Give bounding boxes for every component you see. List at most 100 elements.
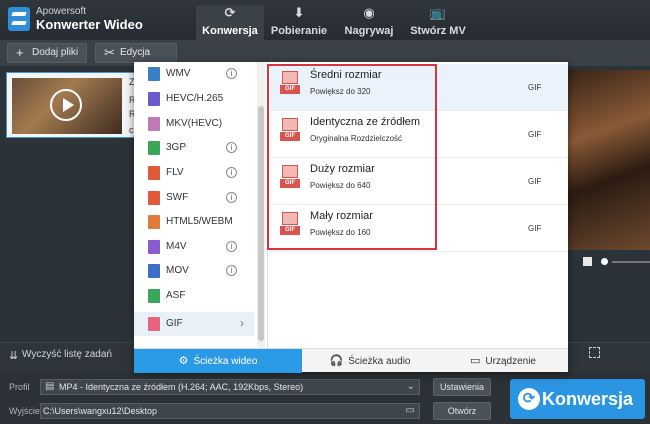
settings-button[interactable]: Ustawienia [433,378,491,396]
app-logo-icon [8,7,30,31]
output-path-value: C:\Users\wangxu12\Desktop [43,406,158,416]
info-icon[interactable]: i [226,265,237,276]
format-label: FLV [166,167,184,178]
tab-nagrywaj[interactable]: ◉ Nagrywaj [340,5,398,40]
format-label: M4V [166,241,187,252]
tab-konwersja[interactable]: ⟳ Konwersja [196,5,264,40]
fullscreen-icon[interactable] [589,347,600,358]
format-label: MKV(HEVC) [166,118,223,129]
info-icon[interactable]: i [226,241,237,252]
convert-button[interactable]: ⟳ Konwersja [510,379,645,419]
clear-list-icon[interactable]: ⇊ [9,349,18,362]
output-path-field[interactable]: C:\Users\wangxu12\Desktop ▭ [40,403,420,419]
tab-label: Urządzenie [485,356,536,367]
format-popup: WMV i HEVC/H.265 MKV(HEVC) 3GP i FLV i S… [134,62,568,373]
format-item-m4v[interactable]: M4V i [134,235,254,259]
format-item-flv[interactable]: FLV i [134,161,254,185]
popup-tabs: ⚙ Ścieżka wideo 🎧 Ścieżka audio ▭ Urządzeni… [134,348,568,373]
title-bar: Apowersoft Konwerter Wideo ⟳ Konwersja ⬇… [0,0,650,40]
tab-audio-track[interactable]: 🎧 Ścieżka audio [302,349,438,373]
profile-select[interactable]: ▤ MP4 - Identyczna ze źródłem (H.264; AA… [40,379,420,395]
format-item-hevc[interactable]: HEVC/H.265 [134,87,254,111]
chevron-right-icon: › [240,316,244,330]
format-item-swf[interactable]: SWF i [134,186,254,210]
tab-pobieranie[interactable]: ⬇ Pobieranie [268,5,330,40]
seek-track[interactable] [612,261,650,263]
folder-icon[interactable]: ▭ [406,404,415,418]
format-item-html5-webm[interactable]: HTML5/WEBM [134,210,254,234]
format-item-mkv-hevc[interactable]: MKV(HEVC) [134,112,254,136]
format-label: HEVC/H.265 [166,93,224,104]
format-item-3gp[interactable]: 3GP i [134,136,254,160]
format-label: SWF [166,192,189,203]
tab-label: Ścieżka audio [348,356,411,367]
format-item-gif[interactable]: GIF › [134,312,254,336]
download-icon: ⬇ [293,5,305,20]
gif-file-icon [148,317,160,331]
file-info: c [129,125,134,135]
format-item-wmv[interactable]: WMV i [134,62,254,86]
asf-file-icon [148,289,160,303]
tab-label: Pobieranie [270,25,328,37]
device-icon: ▭ [470,355,481,367]
scrollbar-thumb[interactable] [258,106,264,341]
profile-label: Profil [9,382,30,392]
resolution-format: GIF [528,177,542,186]
tab-device[interactable]: ▭ Urządzenie [438,349,568,373]
info-icon[interactable]: i [226,192,237,203]
format-label: HTML5/WEBM [166,216,233,227]
hevc-file-icon [148,92,160,106]
open-button[interactable]: Otwórz [433,402,491,420]
film-reel-icon: ⚙ [178,355,189,367]
seek-handle[interactable] [601,258,608,265]
profile-value: MP4 - Identyczna ze źródłem (H.264; AAC,… [59,382,304,392]
format-list: WMV i HEVC/H.265 MKV(HEVC) 3GP i FLV i S… [134,62,268,348]
swf-file-icon [148,191,160,205]
record-icon: ◉ [363,5,375,20]
tab-video-track[interactable]: ⚙ Ścieżka wideo [134,349,302,373]
edit-label: Edycja [120,47,151,58]
chevron-down-icon: ⌄ [406,381,415,392]
add-files-button[interactable]: + Dodaj pliki [7,43,87,63]
info-icon[interactable]: i [226,142,237,153]
info-icon[interactable]: i [226,68,237,79]
headphones-icon: 🎧 [329,355,344,367]
tab-label: Ścieżka wideo [193,356,258,367]
video-preview [568,70,650,250]
format-item-asf[interactable]: ASF [134,284,254,308]
refresh-icon: ⟳ [224,5,236,20]
info-icon[interactable]: i [226,167,237,178]
format-item-mov[interactable]: MOV i [134,259,254,283]
convert-label: Konwersja [542,389,634,409]
edit-button[interactable]: ✂ Edycja [95,43,177,63]
clear-list-button[interactable]: Wyczyść listę zadań [22,349,112,360]
tab-label: Stwórz MV [410,25,466,37]
format-label: ASF [166,290,186,301]
play-icon[interactable] [50,89,82,121]
resolution-format: GIF [528,83,542,92]
video-thumbnail[interactable] [12,78,122,134]
resolution-format: GIF [528,224,542,233]
tv-icon: 📺 [429,5,447,20]
app-name: Konwerter Wideo [36,17,143,32]
tab-stworz-mv[interactable]: 📺 Stwórz MV [408,5,468,40]
add-files-label: Dodaj pliki [32,47,79,58]
resolution-format: GIF [528,130,542,139]
wmv-file-icon [148,67,160,81]
format-label: GIF [166,318,183,329]
refresh-icon: ⟳ [518,388,540,410]
3gp-file-icon [148,141,160,155]
film-icon: ▤ [45,381,55,392]
mov-file-icon [148,264,160,278]
scissors-icon: ✂ [104,45,115,60]
tab-label: Konwersja [202,25,258,37]
flv-file-icon [148,166,160,180]
plus-icon: + [16,45,24,60]
format-label: 3GP [166,142,187,153]
stop-icon[interactable] [583,257,592,266]
highlight-box [267,64,437,250]
format-label: WMV [166,68,191,79]
mkv-file-icon [148,117,160,131]
format-label: MOV [166,265,189,276]
app-vendor: Apowersoft [36,6,87,17]
